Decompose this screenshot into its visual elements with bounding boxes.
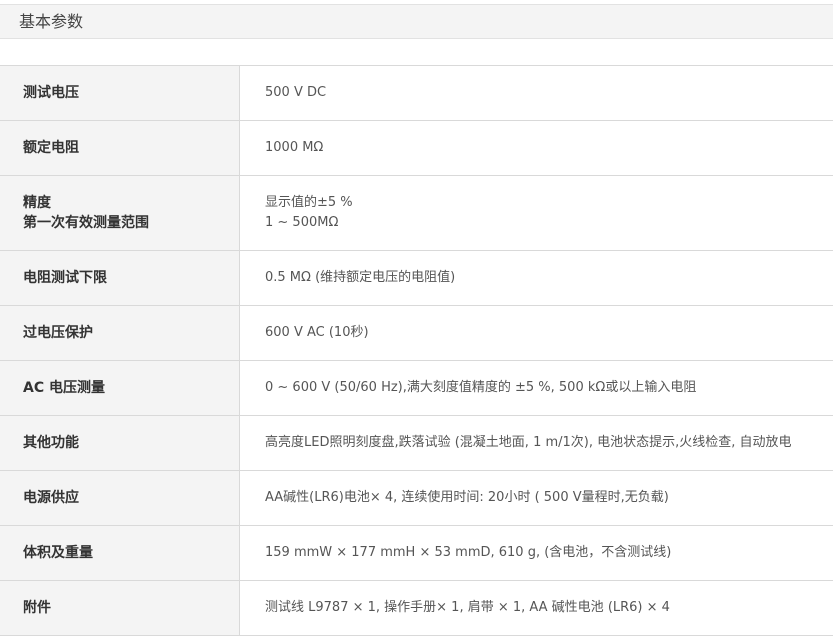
spec-value-text: 高亮度LED照明刻度盘,跌落试验 (混凝土地面, 1 m/1次), 电池状态提示… xyxy=(265,435,792,450)
spec-row-rated-resistance: 额定电阻 1000 MΩ xyxy=(0,121,833,176)
spec-label-text: 测试电压 xyxy=(23,85,79,101)
section-header: 基本参数 xyxy=(0,4,833,39)
spec-value: 159 mmW × 177 mmH × 53 mmD, 610 g, (含电池，… xyxy=(240,526,833,580)
spec-value-text: 0.5 MΩ (维持额定电压的电阻值) xyxy=(265,270,456,285)
spec-value: 500 V DC xyxy=(240,66,833,120)
spec-label-text: 电源供应 xyxy=(23,490,79,506)
spec-row-accuracy: 精度 第一次有效测量范围 显示值的±5 % 1 ~ 500MΩ xyxy=(0,176,833,251)
spec-label-text: 附件 xyxy=(23,600,51,616)
spec-row-power-supply: 电源供应 AA碱性(LR6)电池× 4, 连续使用时间: 20小时 ( 500 … xyxy=(0,471,833,526)
spec-row-overvoltage-protection: 过电压保护 600 V AC (10秒) xyxy=(0,306,833,361)
spec-label: 额定电阻 xyxy=(0,121,240,175)
spec-value: AA碱性(LR6)电池× 4, 连续使用时间: 20小时 ( 500 V量程时,… xyxy=(240,471,833,525)
spec-value: 600 V AC (10秒) xyxy=(240,306,833,360)
spec-label: 过电压保护 xyxy=(0,306,240,360)
spec-value: 0.5 MΩ (维持额定电压的电阻值) xyxy=(240,251,833,305)
spec-value-text: 1000 MΩ xyxy=(265,140,324,155)
spec-label: AC 电压测量 xyxy=(0,361,240,415)
spec-label: 体积及重量 xyxy=(0,526,240,580)
spec-label-text: 精度 xyxy=(23,195,51,211)
spec-row-test-voltage: 测试电压 500 V DC xyxy=(0,66,833,121)
spec-label: 电源供应 xyxy=(0,471,240,525)
spec-row-ac-voltage-measurement: AC 电压测量 0 ~ 600 V (50/60 Hz),满大刻度值精度的 ±5… xyxy=(0,361,833,416)
spec-value: 测试线 L9787 × 1, 操作手册× 1, 肩带 × 1, AA 碱性电池 … xyxy=(240,581,833,635)
section-title: 基本参数 xyxy=(19,12,84,31)
spec-value-text: 0 ~ 600 V (50/60 Hz),满大刻度值精度的 ±5 %, 500 … xyxy=(265,380,697,395)
spec-value-text: AA碱性(LR6)电池× 4, 连续使用时间: 20小时 ( 500 V量程时,… xyxy=(265,490,669,505)
spec-row-dimensions-weight: 体积及重量 159 mmW × 177 mmH × 53 mmD, 610 g,… xyxy=(0,526,833,581)
spec-value: 0 ~ 600 V (50/60 Hz),满大刻度值精度的 ±5 %, 500 … xyxy=(240,361,833,415)
spec-value-text: 600 V AC (10秒) xyxy=(265,325,369,340)
spec-label: 电阻测试下限 xyxy=(0,251,240,305)
spec-table: 测试电压 500 V DC 额定电阻 1000 MΩ 精度 第一次有效测量范围 … xyxy=(0,65,833,636)
spec-value-text: 显示值的±5 % xyxy=(265,195,353,210)
spec-value-text: 测试线 L9787 × 1, 操作手册× 1, 肩带 × 1, AA 碱性电池 … xyxy=(265,600,670,615)
spec-label: 其他功能 xyxy=(0,416,240,470)
spec-label-text: 体积及重量 xyxy=(23,545,93,561)
spec-label-text: AC 电压测量 xyxy=(23,380,105,396)
spec-label-text-line2: 第一次有效测量范围 xyxy=(23,215,149,231)
spec-row-resistance-lower-limit: 电阻测试下限 0.5 MΩ (维持额定电压的电阻值) xyxy=(0,251,833,306)
spec-value: 显示值的±5 % 1 ~ 500MΩ xyxy=(240,176,833,250)
spec-label-text: 过电压保护 xyxy=(23,325,93,341)
spec-label-text: 电阻测试下限 xyxy=(23,270,107,286)
spec-label: 精度 第一次有效测量范围 xyxy=(0,176,240,250)
spec-label-text: 其他功能 xyxy=(23,435,79,451)
spec-label: 测试电压 xyxy=(0,66,240,120)
spec-value-text: 500 V DC xyxy=(265,85,327,100)
spec-value-text: 159 mmW × 177 mmH × 53 mmD, 610 g, (含电池，… xyxy=(265,545,672,560)
spec-value: 1000 MΩ xyxy=(240,121,833,175)
spec-value-text-line2: 1 ~ 500MΩ xyxy=(265,215,339,230)
spec-value: 高亮度LED照明刻度盘,跌落试验 (混凝土地面, 1 m/1次), 电池状态提示… xyxy=(240,416,833,470)
spec-row-other-functions: 其他功能 高亮度LED照明刻度盘,跌落试验 (混凝土地面, 1 m/1次), 电… xyxy=(0,416,833,471)
spec-label: 附件 xyxy=(0,581,240,635)
spec-label-text: 额定电阻 xyxy=(23,140,79,156)
spec-row-accessories: 附件 测试线 L9787 × 1, 操作手册× 1, 肩带 × 1, AA 碱性… xyxy=(0,581,833,636)
